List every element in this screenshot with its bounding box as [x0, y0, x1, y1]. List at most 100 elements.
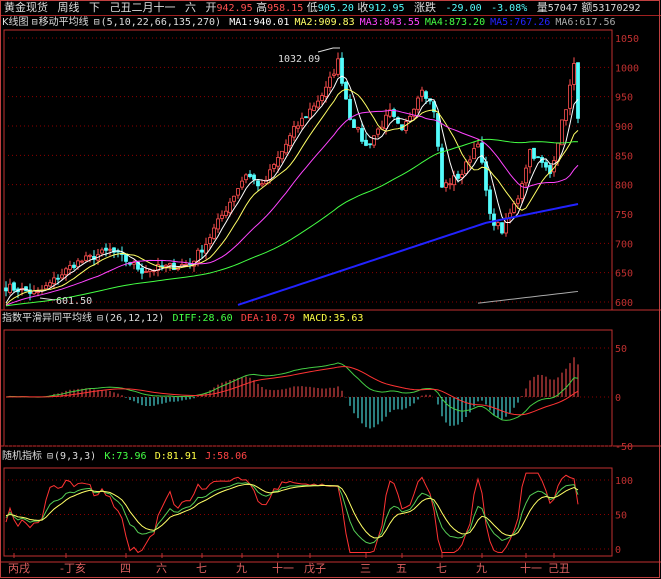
main-panel-frame — [3, 29, 613, 311]
low-price-marker: 601.50 — [56, 296, 92, 307]
candle-body — [224, 210, 228, 216]
ma-legend-4: MA4:873.20 — [424, 17, 486, 28]
d-line — [5, 483, 579, 539]
macd-tick-label: 0 — [615, 393, 621, 404]
ma1-line — [5, 75, 579, 304]
candle — [300, 112, 304, 130]
price-tick-label: 850 — [615, 151, 633, 162]
open-value: 942.95 — [216, 3, 253, 14]
candle-body — [188, 263, 192, 265]
collapse-toggle-icon[interactable]: ⊟ — [47, 451, 53, 462]
collapse-toggle-icon[interactable]: ⊟ — [32, 17, 38, 28]
macd-legend: 指数平滑异同平均线 ⊟(26,12,12) DIFF:28.60 DEA:10.7… — [2, 312, 368, 326]
candle — [340, 52, 344, 87]
candle-body — [576, 62, 580, 119]
candle-body — [540, 157, 544, 163]
candle — [372, 135, 376, 148]
candle-body — [368, 143, 372, 146]
candle — [412, 108, 416, 121]
candle — [432, 101, 436, 118]
candle — [180, 258, 184, 268]
collapse-toggle-icon[interactable]: ⊟ — [97, 313, 103, 324]
candle — [464, 159, 468, 176]
candle-body — [64, 268, 68, 276]
k-value: K:73.96 — [104, 451, 147, 462]
candle — [148, 268, 152, 278]
candle — [496, 221, 500, 230]
candle — [328, 71, 332, 92]
candle-body — [424, 91, 428, 99]
candle — [440, 143, 444, 188]
candle-body — [240, 180, 244, 188]
candle-body — [56, 277, 60, 280]
candle — [276, 151, 280, 173]
candle — [92, 250, 96, 266]
macd-title[interactable]: 指数平滑异同平均线 — [2, 313, 92, 324]
candle — [544, 160, 548, 171]
candle-body — [512, 203, 516, 213]
candle-body — [392, 109, 396, 117]
candle-body — [216, 218, 220, 230]
candle — [108, 243, 112, 256]
high-value: 958.15 — [267, 3, 304, 14]
candle — [240, 176, 244, 190]
candle — [176, 266, 180, 272]
candle — [364, 133, 368, 147]
candle — [172, 258, 176, 271]
candle-body — [88, 254, 92, 257]
kdj-tick-label: 0 — [615, 545, 621, 556]
candle — [216, 213, 220, 233]
change-value: -29.00 — [445, 3, 482, 14]
candle-body — [36, 291, 40, 294]
low-label: 低 — [306, 1, 318, 14]
candle — [16, 287, 20, 299]
candle — [352, 118, 356, 128]
amount-label: 额 — [581, 1, 593, 14]
candle — [268, 164, 272, 184]
candle — [576, 62, 580, 124]
candle-body — [380, 126, 384, 130]
candle-body — [468, 159, 472, 163]
candle-body — [132, 262, 136, 265]
candle-body — [492, 213, 496, 226]
indicator-title[interactable]: 移动平均线 — [39, 17, 89, 28]
x-tick-label: 三 — [360, 562, 371, 575]
candle-body — [68, 265, 72, 270]
candle — [324, 81, 328, 103]
candle — [36, 287, 40, 297]
candle — [260, 179, 264, 188]
candle-body — [104, 247, 108, 251]
candle — [128, 261, 132, 267]
candle — [288, 132, 292, 150]
candle — [384, 109, 388, 135]
candle-body — [260, 183, 264, 186]
kdj-title[interactable]: 随机指标 — [2, 451, 42, 462]
candle-body — [200, 249, 204, 253]
candle-body — [304, 116, 308, 119]
chart-canvas[interactable]: 10501000950900850800750700650600500-5010… — [0, 0, 661, 579]
candle — [436, 112, 440, 152]
x-tick-label: 六 — [156, 562, 167, 575]
candle — [292, 120, 296, 142]
price-tick-label: 650 — [615, 269, 633, 280]
candle-body — [400, 124, 404, 131]
kdj-panel-frame — [3, 467, 613, 557]
candle-body — [272, 164, 276, 169]
candle — [72, 262, 76, 270]
candle-body — [456, 173, 460, 179]
candle — [488, 185, 492, 220]
candle — [8, 278, 12, 295]
candle — [448, 178, 452, 190]
period[interactable]: 周线 — [58, 1, 80, 14]
panel-prefix: K线图 — [2, 17, 29, 28]
collapse-toggle-icon[interactable]: ⊟ — [94, 17, 100, 28]
candle-body — [476, 143, 480, 148]
candle — [136, 261, 140, 272]
price-tick-label: 1050 — [615, 34, 639, 45]
candle — [428, 98, 432, 105]
price-tick-label: 700 — [615, 239, 633, 250]
high-marker-leader — [317, 47, 340, 53]
candle — [348, 94, 352, 121]
candle-body — [116, 250, 120, 253]
candle-body — [172, 262, 176, 271]
